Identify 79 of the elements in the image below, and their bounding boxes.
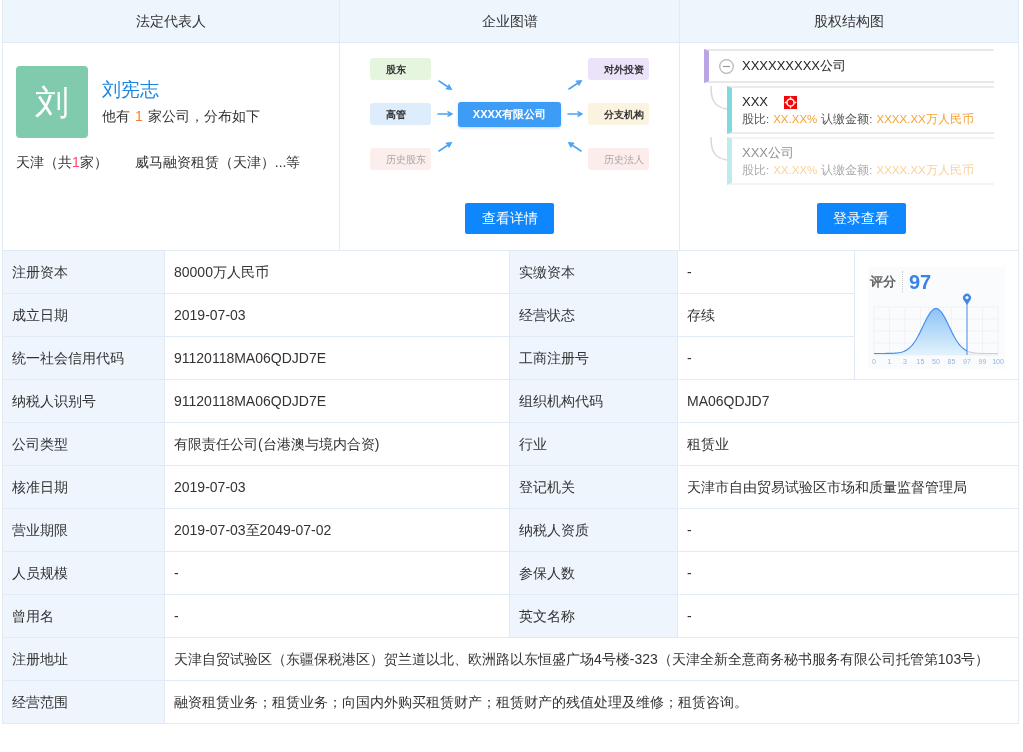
field-label: 经营范围 <box>3 681 165 724</box>
field-label: 经营状态 <box>510 294 678 337</box>
field-value: - <box>678 337 855 380</box>
share-label: 股比: <box>742 163 770 178</box>
field-value: - <box>165 552 510 595</box>
login-to-view-button[interactable]: 登录查看 <box>816 203 906 234</box>
field-label: 组织机构代码 <box>510 380 678 423</box>
score-value: 97 <box>902 271 932 293</box>
field-label: 纳税人识别号 <box>3 380 165 423</box>
field-value: - <box>678 509 1019 552</box>
arrow <box>436 141 453 153</box>
field-label: 公司类型 <box>3 423 165 466</box>
graph-node: 历史股东 <box>370 148 431 170</box>
field-label: 登记机关 <box>510 466 678 509</box>
view-details-button[interactable]: 查看详情 <box>465 203 554 234</box>
field-label: 注册资本 <box>3 251 165 294</box>
field-value: 91120118MA06QDJD7E <box>165 380 510 423</box>
share-value: XX.XX% <box>773 163 818 178</box>
field-value: 80000万人民币 <box>165 251 510 294</box>
field-label: 纳税人资质 <box>510 509 678 552</box>
graph-node: 分支机构 <box>588 103 649 125</box>
field-label: 实缴资本 <box>510 251 678 294</box>
field-label: 参保人数 <box>510 552 678 595</box>
field-value: 存续 <box>678 294 855 337</box>
field-label: 营业期限 <box>3 509 165 552</box>
amount-value: XXXX.XX万人民币 <box>876 112 974 127</box>
field-label: 核准日期 <box>3 466 165 509</box>
company-node: XXXX有限公司 <box>458 101 561 127</box>
arrow <box>566 141 583 153</box>
field-value: - <box>678 552 1019 595</box>
share-value: XX.XX% <box>773 112 818 127</box>
field-label: 工商注册号 <box>510 337 678 380</box>
arrow <box>436 108 453 120</box>
graph-node: 对外投资 <box>588 58 649 80</box>
field-value: - <box>165 595 510 638</box>
field-value: - <box>678 595 1019 638</box>
graph-node: 历史法人 <box>588 148 649 170</box>
field-label: 统一社会信用代码 <box>3 337 165 380</box>
field-value: - <box>678 251 855 294</box>
graph-node: 股东 <box>370 58 431 80</box>
panel-header: 企业图谱 <box>340 0 679 43</box>
collapse-icon[interactable] <box>719 58 734 74</box>
field-value: 天津自贸试验区（东疆保税港区）贺兰道以北、欧洲路以东恒盛广场4号楼-323（天津全新全意商务秘书服务有限公司托管第103号） <box>165 638 1019 681</box>
field-label: 人员规模 <box>3 552 165 595</box>
panel-header: 股权结构图 <box>680 0 1018 43</box>
shareholder-name: XXX <box>742 93 768 111</box>
region-text: 天津（共1家） <box>16 153 108 172</box>
arrow <box>566 79 583 91</box>
graph-node: 高管 <box>370 103 431 125</box>
avatar: 刘 <box>16 66 88 138</box>
amount-label: 认缴金额: <box>821 163 873 178</box>
share-label: 股比: <box>742 112 770 127</box>
score-label: 评分 <box>870 273 897 292</box>
field-value: 91120118MA06QDJD7E <box>165 337 510 380</box>
field-label: 注册地址 <box>3 638 165 681</box>
amount-label: 认缴金额: <box>821 112 873 127</box>
arrow <box>566 108 583 120</box>
company-list-text: 威马融资租赁（天津）...等 <box>134 153 301 172</box>
field-label: 成立日期 <box>3 294 165 337</box>
root-company-name: XXXXXXXXX公司 <box>742 57 847 76</box>
field-value: 2019-07-03 <box>165 294 510 337</box>
field-value: 租赁业 <box>678 423 1019 466</box>
shareholder-name: XXX公司 <box>742 144 794 162</box>
field-value: MA06QDJD7 <box>678 380 1019 423</box>
field-value: 2019-07-03 <box>165 466 510 509</box>
field-label: 英文名称 <box>510 595 678 638</box>
tree-connector <box>710 86 727 110</box>
panel-header: 法定代表人 <box>3 0 339 43</box>
arrow <box>436 79 453 91</box>
tree-connector <box>710 137 727 161</box>
field-value: 天津市自由贸易试验区市场和质量监督管理局 <box>678 466 1019 509</box>
field-value: 融资租赁业务；租赁业务；向国内外购买租赁财产；租赁财产的残值处理及维修；租赁咨询。 <box>165 681 1019 724</box>
person-name-link[interactable]: 刘宪志 <box>102 78 159 102</box>
field-value: 有限责任公司(台港澳与境内合资) <box>165 423 510 466</box>
field-value: 2019-07-03至2049-07-02 <box>165 509 510 552</box>
field-label: 曾用名 <box>3 595 165 638</box>
company-count-text: 他有 1 家公司，分布如下 <box>102 107 260 126</box>
field-label: 行业 <box>510 423 678 466</box>
amount-value: XXXX.XX万人民币 <box>876 163 974 178</box>
